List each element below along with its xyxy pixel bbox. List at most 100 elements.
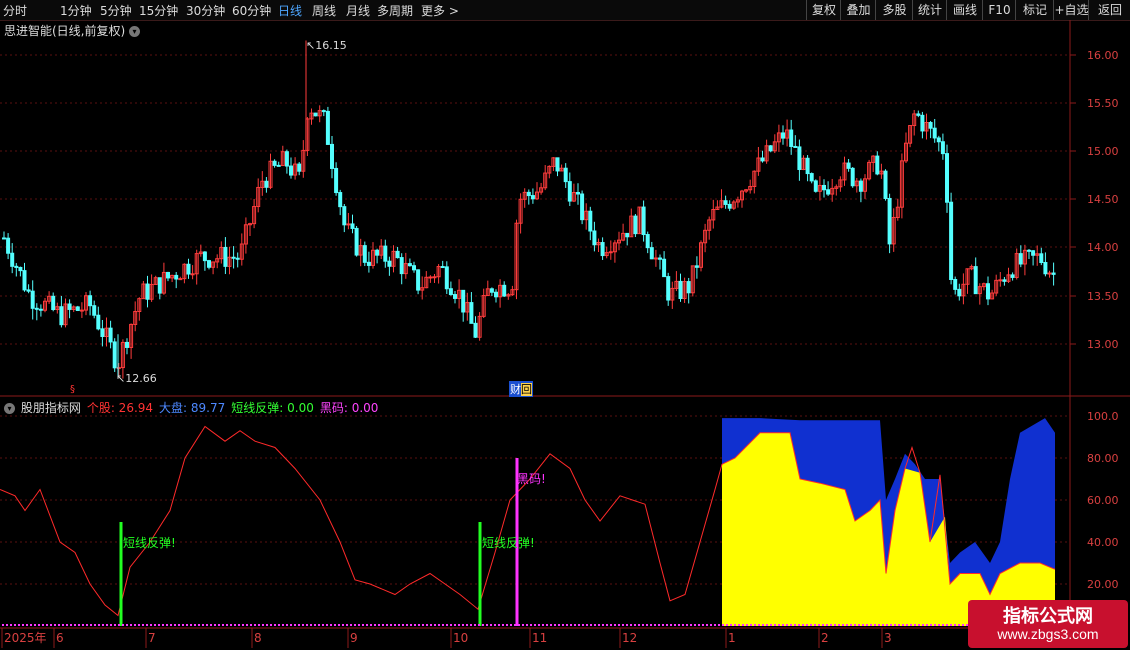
baseline-dot xyxy=(494,624,496,626)
candle-body xyxy=(489,288,494,293)
baseline-dot xyxy=(650,624,652,626)
candle-body xyxy=(34,307,39,310)
candle-body xyxy=(412,265,416,271)
baseline-dot xyxy=(930,624,932,626)
baseline-dot xyxy=(574,624,576,626)
candle-body xyxy=(822,184,826,191)
baseline-dot xyxy=(866,624,868,626)
candle-body xyxy=(362,245,367,263)
candle-body xyxy=(334,167,339,194)
baseline-dot xyxy=(886,624,888,626)
baseline-dot xyxy=(594,624,596,626)
candle-body xyxy=(592,230,597,246)
baseline-dot xyxy=(674,624,676,626)
baseline-dot xyxy=(54,624,56,626)
baseline-dot xyxy=(802,624,804,626)
candle-body xyxy=(494,291,498,298)
indicator-axis-label: 80.00 xyxy=(1087,452,1119,465)
baseline-dot xyxy=(286,624,288,626)
candle-body xyxy=(625,232,630,238)
indicator-title: ▾ 股朋指标网 个股: 26.94 大盘: 89.77 短线反弹: 0.00 黑码: 0… xyxy=(4,399,380,416)
baseline-dot xyxy=(774,624,776,626)
kline-chart[interactable]: 16.00 15.50 15.00 14.50 14.00 13.50 13.00 100.0… xyxy=(0,0,1130,650)
baseline-dot xyxy=(186,624,188,626)
baseline-dot xyxy=(710,624,712,626)
baseline-dot xyxy=(634,624,636,626)
baseline-dot xyxy=(2,624,4,626)
baseline-dot xyxy=(962,624,964,626)
candle-body xyxy=(940,141,945,155)
candle-body xyxy=(325,110,330,145)
baseline-dot xyxy=(114,624,116,626)
candle-body xyxy=(79,309,84,312)
candle-body xyxy=(297,163,302,172)
baseline-dot xyxy=(898,624,900,626)
baseline-dot xyxy=(362,624,364,626)
chevron-down-icon[interactable]: ▾ xyxy=(4,403,15,414)
baseline-dot xyxy=(218,624,220,626)
candle-body xyxy=(727,203,732,209)
candle-body xyxy=(694,265,699,268)
baseline-dot xyxy=(206,624,208,626)
indicator-axis-label: 60.00 xyxy=(1087,494,1119,507)
baseline-dot xyxy=(390,624,392,626)
baseline-dot xyxy=(806,624,808,626)
baseline-dot xyxy=(670,624,672,626)
candle-body xyxy=(67,303,72,310)
finance-marker[interactable]: 财回 xyxy=(509,381,533,397)
candle-body xyxy=(190,273,195,276)
baseline-dot xyxy=(890,624,892,626)
baseline-dot xyxy=(694,624,696,626)
indicator-axis-label: 40.00 xyxy=(1087,536,1119,549)
candle-body xyxy=(998,279,1003,282)
date-axis-label: 11 xyxy=(532,631,547,645)
baseline-dot xyxy=(222,624,224,626)
baseline-dot xyxy=(858,624,860,626)
baseline-dot xyxy=(578,624,580,626)
baseline-dot xyxy=(334,624,336,626)
candle-body xyxy=(953,278,958,290)
baseline-dot xyxy=(6,624,8,626)
baseline-dot xyxy=(658,624,660,626)
candle-body xyxy=(223,246,228,267)
baseline-dot xyxy=(110,624,112,626)
baseline-dot xyxy=(766,624,768,626)
baseline-dot xyxy=(726,624,728,626)
candle-body xyxy=(555,157,560,172)
baseline-dot xyxy=(474,624,476,626)
date-axis-label: 2 xyxy=(821,631,829,645)
candle-body xyxy=(112,341,117,369)
baseline-dot xyxy=(530,624,532,626)
baseline-dot xyxy=(310,624,312,626)
baseline-dot xyxy=(606,624,608,626)
baseline-dot xyxy=(430,624,432,626)
baseline-dot xyxy=(418,624,420,626)
candle-body xyxy=(949,201,954,280)
baseline-dot xyxy=(38,624,40,626)
baseline-dot xyxy=(558,624,560,626)
candle-body xyxy=(1047,272,1052,275)
candle-body xyxy=(658,257,662,260)
baseline-dot xyxy=(954,624,956,626)
candle-body xyxy=(157,277,162,294)
candle-body xyxy=(826,189,831,195)
baseline-dot xyxy=(174,624,176,626)
baseline-dot xyxy=(358,624,360,626)
baseline-dot xyxy=(818,624,820,626)
baseline-dot xyxy=(226,624,228,626)
baseline-dot xyxy=(466,624,468,626)
baseline-dot xyxy=(742,624,744,626)
price-axis-label: 15.00 xyxy=(1087,145,1119,158)
candle-body xyxy=(576,191,580,195)
candle-body xyxy=(453,294,457,299)
candle-body xyxy=(846,162,851,169)
candle-body xyxy=(38,308,43,311)
price-axis-label: 13.00 xyxy=(1087,338,1119,351)
baseline-dot xyxy=(338,624,340,626)
baseline-dot xyxy=(910,624,912,626)
indicator-value-3: 黑码: 0.00 xyxy=(319,401,379,415)
candle-body xyxy=(432,276,437,279)
baseline-dot xyxy=(202,624,204,626)
baseline-dot xyxy=(406,624,408,626)
candle-body xyxy=(645,234,650,249)
